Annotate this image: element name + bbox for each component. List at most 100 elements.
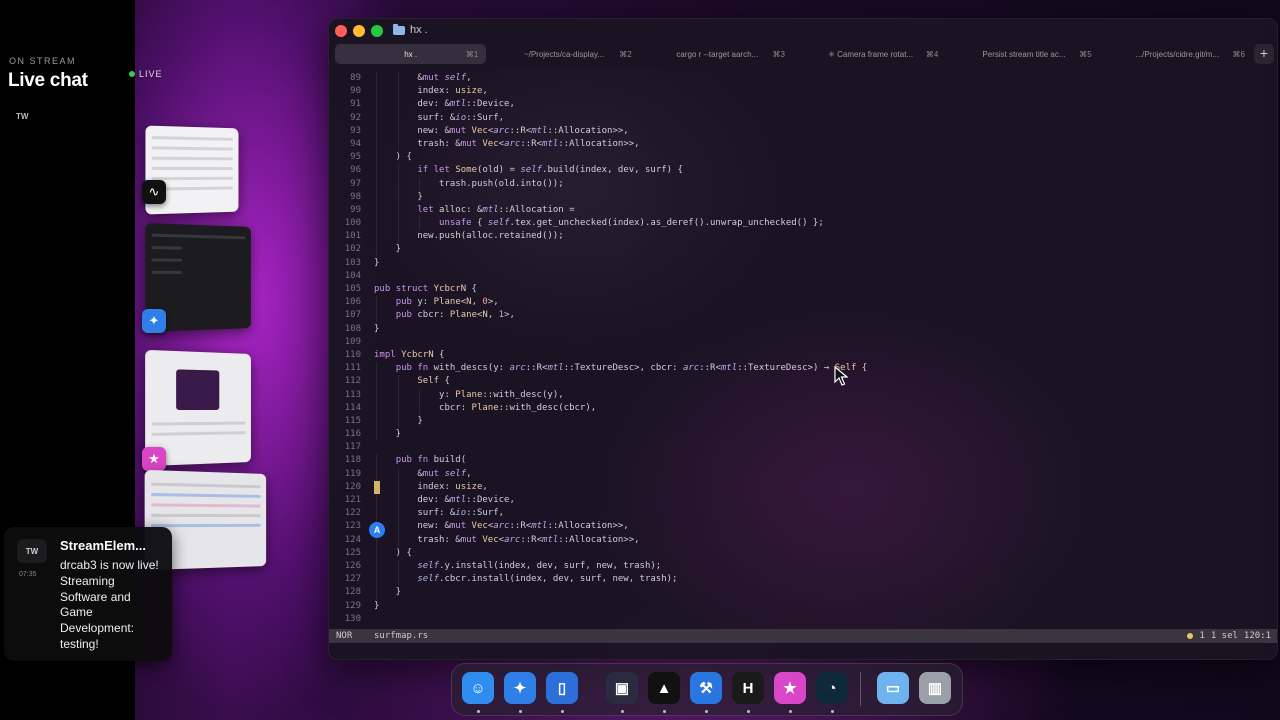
diagnostic-warning-icon [1187,633,1194,639]
code-line[interactable]: 102 } [329,243,1277,257]
code-line[interactable]: 113 y: Plane::with_desc(y), [329,388,1277,402]
code-line[interactable]: 89 &mut self, [329,72,1277,86]
terminal-icon[interactable]: ▣ [606,672,638,704]
notification-title: StreamElem... [60,538,146,553]
tab-2[interactable]: ~/Projects/ca-display... ⌘2 [488,44,639,64]
code-line[interactable]: 128 } [329,586,1277,600]
chat-eyebrow: ON STREAM [9,56,77,66]
tab-shortcut: ⌘4 [925,49,939,59]
activity-monitor-icon[interactable]: ▲ [648,672,680,704]
code-line[interactable]: 95 ) { [329,151,1277,165]
tab-label: ~/Projects/ca-display... [523,49,605,59]
tab-shortcut: ⌘3 [772,49,785,59]
line-number: 128 [344,587,361,598]
code-text: surf: &io::Surf, [374,112,505,123]
code-line[interactable]: 111 pub fn with_descs(y: arc::R<mtl::Tex… [329,362,1277,376]
code-text: new.push(alloc.retained()); [374,231,564,242]
code-line[interactable]: 114 cbcr: Plane::with_desc(cbcr), [329,401,1277,415]
safari-icon[interactable]: ✦ [504,672,536,704]
code-line[interactable]: 121 dev: &mtl::Device, [329,494,1277,508]
code-text: pub cbcr: Plane<N, 1>, [395,310,515,321]
code-line[interactable]: 93 new: &mut Vec<arc::R<mtl::Allocation>… [329,124,1277,138]
window-titlebar[interactable]: hx . [329,19,1277,43]
running-indicator [663,710,666,713]
code-line[interactable]: 90 index: usize, [329,85,1277,99]
minimize-window-button[interactable] [353,25,365,37]
code-line[interactable]: 120 index: usize, [329,480,1277,494]
tab-label: cargo r --target aarch... [676,49,759,59]
code-line[interactable]: 100 unsafe { self.tex.get_unchecked(inde… [329,217,1277,231]
code-line[interactable]: 129} [329,600,1277,613]
line-number: 99 [350,204,361,215]
tab-1[interactable]: hx . ⌘1 [335,44,487,64]
tab-6[interactable]: .../Projects/cidre.git/m... ⌘6 [1102,44,1253,64]
close-window-button[interactable] [335,25,347,37]
code-line[interactable]: 124 trash: &mut Vec<arc::R<mtl::Allocati… [329,533,1277,547]
code-line[interactable]: 122 surf: &io::Surf, [329,507,1277,521]
code-line[interactable]: 92 surf: &io::Surf, [329,111,1277,125]
code-text: Self { [417,376,450,387]
code-text: let alloc: &mtl::Allocation = [417,204,575,215]
new-tab-button[interactable]: + [1254,44,1274,64]
code-line[interactable]: 112 Self { [329,375,1277,389]
code-text: self.cbcr.install(index, dev, surf, new,… [417,574,678,585]
code-line[interactable]: 104 [329,270,1277,283]
finder-icon[interactable]: ☺ [462,672,494,704]
code-line[interactable]: 110 impl YcbcrN { [329,349,1277,362]
line-number: 94 [350,138,361,149]
mouse-pointer-icon [834,366,848,386]
star-app-icon[interactable]: ★ [774,672,806,704]
xcode-icon[interactable]: ⚒ [690,672,722,704]
code-line[interactable]: 125 ) { [329,546,1277,560]
code-text: cbcr: Plane::with_desc(cbcr), [374,402,597,413]
code-line[interactable]: 98 } [329,190,1277,204]
trash-icon[interactable]: ▥ [919,672,951,704]
tab-3[interactable]: cargo r --target aarch... ⌘3 [642,44,793,64]
tab-4[interactable]: ✳ Camera frame rotat... ⌘4 [795,44,946,64]
code-line[interactable]: 119 &mut self, [329,467,1277,481]
line-number: 105 [344,284,361,294]
line-number: 100 [344,218,361,229]
code-line[interactable]: 107 pub cbcr: Plane<N, 1>, [329,309,1277,323]
tab-5[interactable]: Persist stream title ac... ⌘5 [948,44,1099,64]
zoom-window-button[interactable] [371,25,383,37]
code-line[interactable]: 108} [329,323,1277,336]
code-line[interactable]: 126 self.y.install(index, dev, surf, new… [329,559,1277,574]
simulator-icon[interactable]: ▯ [546,672,578,704]
line-number: 108 [344,323,361,334]
code-text: index: usize, [374,481,488,492]
star-app-icon: ★ [142,447,166,471]
helix-icon[interactable]: H [732,672,764,704]
code-text: index: usize, [374,86,488,97]
downloads-folder-icon[interactable]: ▭ [877,672,909,704]
window-title: hx . [393,23,428,36]
code-line[interactable]: 101 new.push(alloc.retained()); [329,230,1277,244]
code-line[interactable]: 130 [329,613,1277,626]
line-number: 115 [344,415,361,426]
code-line[interactable]: 127 self.cbcr.install(index, dev, surf, … [329,573,1277,587]
code-line[interactable]: 115 } [329,414,1277,429]
code-editor[interactable]: 89 &mut self, 90 index: usize, 91 dev: &mt… [329,72,1277,626]
line-number: 92 [350,112,361,123]
code-line[interactable]: 123 new: &mut Vec<arc::R<mtl::Allocation… [329,520,1277,534]
dock-separator [860,672,861,706]
line-number: 107 [344,310,361,321]
code-line[interactable]: 99 let alloc: &mtl::Allocation = [329,203,1277,218]
running-indicator [789,710,792,713]
code-line[interactable]: 118 pub fn build( [329,454,1277,468]
code-line[interactable]: 106 pub y: Plane<N, 0>, [329,296,1277,310]
code-line[interactable]: 97 trash.push(old.into()); [329,177,1277,191]
code-line[interactable]: 103} [329,257,1277,270]
code-line[interactable]: 91 dev: &mtl::Device, [329,98,1277,112]
live-badge: LIVE [129,69,163,79]
code-line[interactable]: 117 [329,441,1277,454]
instruments-icon[interactable]: ◔ [816,672,848,704]
code-line[interactable]: 94 trash: &mut Vec<arc::R<mtl::Allocatio… [329,137,1277,152]
line-number: 89 [350,73,361,83]
code-line[interactable]: 109 [329,336,1277,349]
code-line[interactable]: 96 if let Some(old) = self.build(index, … [329,164,1277,178]
code-text: &mut self, [374,73,472,83]
code-line[interactable]: 116 } [329,428,1277,442]
code-line[interactable]: 105 pub struct YcbcrN { [329,283,1277,296]
tab-label: .../Projects/cidre.git/m... [1135,49,1220,59]
